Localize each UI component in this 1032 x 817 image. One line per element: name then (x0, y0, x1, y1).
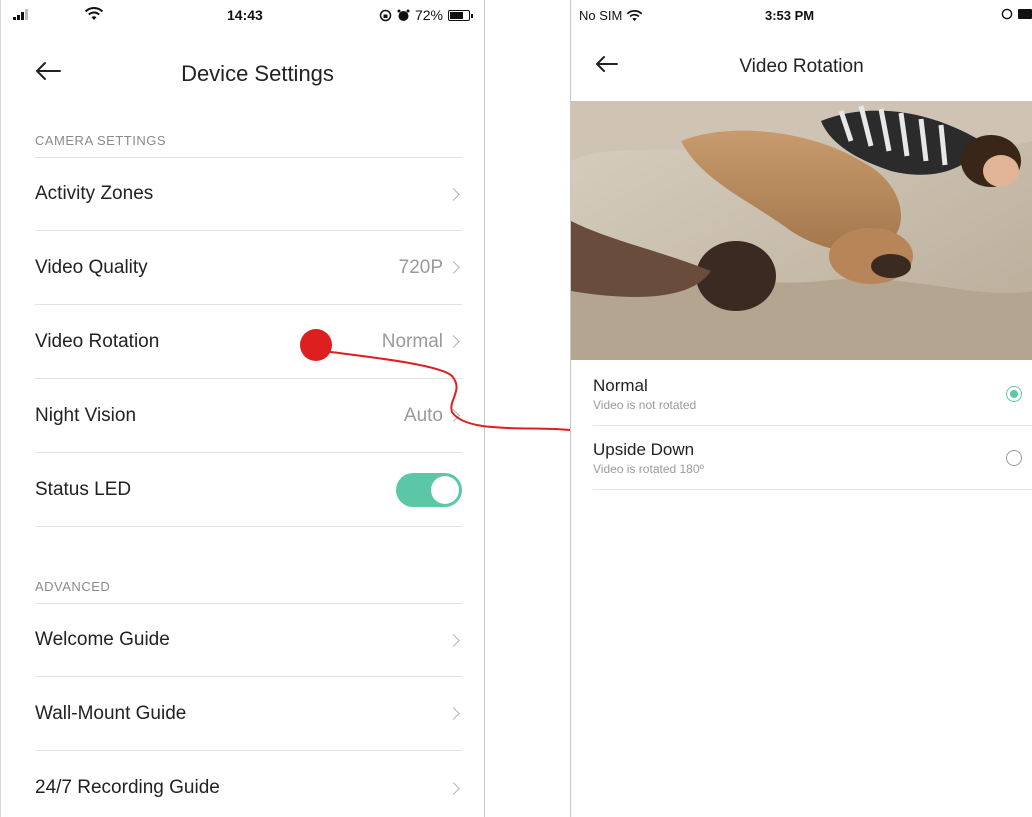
option-normal[interactable]: Normal Video is not rotated (593, 362, 1032, 426)
option-title: Normal (593, 376, 648, 395)
chevron-right-icon (447, 261, 460, 274)
row-label: Welcome Guide (35, 629, 170, 650)
status-time: 3:53 PM (765, 8, 815, 23)
rotation-lock-icon (1001, 8, 1013, 20)
chevron-right-icon (447, 335, 460, 348)
status-led-toggle[interactable] (396, 472, 462, 507)
row-label: Video Rotation (35, 330, 160, 352)
row-wall-mount-guide[interactable]: Wall-Mount Guide (35, 677, 462, 751)
row-label: 24/7 Recording Guide (35, 777, 220, 798)
cellular-signal-icon (13, 8, 28, 20)
preview-photo (571, 101, 1032, 360)
row-value: Auto (403, 404, 443, 426)
option-title: Upside Down (593, 440, 695, 459)
battery-icon (448, 9, 473, 21)
alarm-icon (397, 9, 410, 21)
page-title: Video Rotation (739, 56, 864, 77)
radio-button[interactable] (1006, 450, 1022, 466)
row-night-vision[interactable]: Night Vision Auto (35, 379, 462, 453)
chevron-right-icon (447, 781, 460, 795)
battery-icon (1018, 9, 1032, 19)
carrier-label: No SIM (579, 8, 623, 23)
rotation-lock-icon (379, 9, 392, 21)
row-welcome-guide[interactable]: Welcome Guide (35, 603, 462, 677)
section-header-advanced: ADVANCED (35, 579, 111, 594)
row-value: 720P (398, 256, 443, 278)
chevron-right-icon (447, 187, 460, 201)
wifi-icon (627, 9, 643, 21)
status-time: 14:43 (227, 7, 263, 23)
status-bar: 14:43 72% (1, 0, 484, 30)
camera-preview-image (571, 101, 1032, 360)
row-activity-zones[interactable]: Activity Zones (35, 157, 462, 231)
video-rotation-screen: No SIM 3:53 PM Video Rotation Normal Vid… (570, 0, 1032, 817)
option-subtitle: Video is not rotated (593, 398, 697, 412)
wifi-icon (84, 7, 104, 20)
row-value: Normal (381, 330, 443, 352)
chevron-right-icon (447, 633, 460, 647)
nav-bar: Device Settings (1, 46, 484, 96)
row-video-rotation[interactable]: Video Rotation Normal (35, 305, 462, 379)
row-label: Status LED (35, 478, 132, 500)
row-label: Video Quality (35, 256, 148, 278)
battery-percent: 72% (414, 7, 443, 23)
row-status-led: Status LED (35, 453, 462, 527)
nav-bar: Video Rotation (571, 42, 1032, 92)
radio-button[interactable] (1006, 386, 1022, 402)
row-label: Night Vision (35, 404, 137, 426)
chevron-right-icon (447, 409, 460, 422)
device-settings-screen: 14:43 72% Device Settings CAMERA SETTING… (0, 0, 485, 817)
section-header-camera-settings: CAMERA SETTINGS (35, 133, 167, 148)
option-upside-down[interactable]: Upside Down Video is rotated 180º (593, 426, 1032, 490)
chevron-right-icon (447, 707, 460, 720)
row-label: Wall-Mount Guide (35, 702, 187, 724)
toggle-knob (431, 475, 459, 504)
page-title: Device Settings (181, 61, 334, 86)
row-label: Activity Zones (35, 183, 154, 204)
row-24-7-recording-guide[interactable]: 24/7 Recording Guide (35, 751, 462, 817)
row-video-quality[interactable]: Video Quality 720P (35, 231, 462, 305)
option-subtitle: Video is rotated 180º (593, 462, 704, 476)
status-bar: No SIM 3:53 PM (571, 0, 1032, 30)
